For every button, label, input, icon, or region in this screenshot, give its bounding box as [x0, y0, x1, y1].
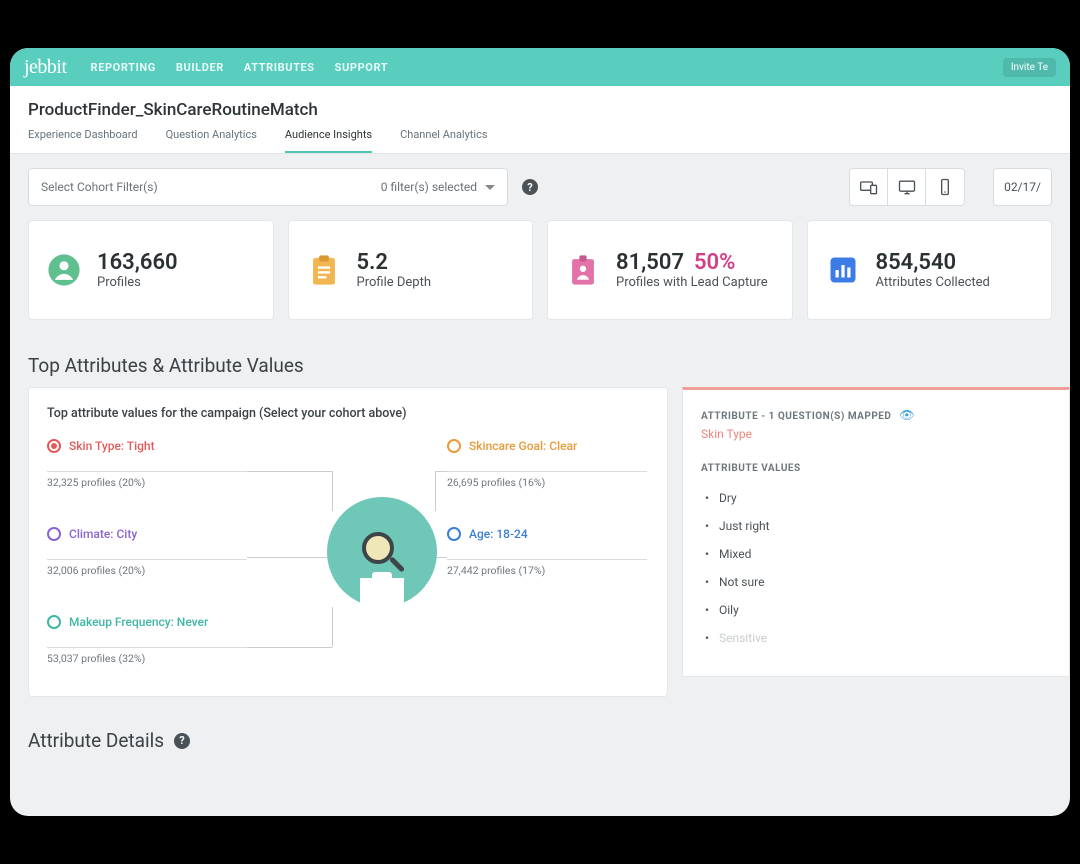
depth-value: 5.2 — [357, 250, 432, 275]
card-profiles: 163,660 Profiles — [28, 220, 274, 320]
tab-channel-analytics[interactable]: Channel Analytics — [400, 128, 487, 153]
top-nav: jebbit REPORTING BUILDER ATTRIBUTES SUPP… — [10, 48, 1070, 86]
attr-name: Skin Type — [701, 427, 1051, 441]
metric-cards: 163,660 Profiles 5.2 Profile Depth 81,50… — [10, 220, 1070, 334]
attr-sub: 32,006 profiles (20%) — [47, 559, 247, 577]
id-badge-icon — [566, 253, 600, 287]
app-window: jebbit REPORTING BUILDER ATTRIBUTES SUPP… — [10, 48, 1070, 816]
attr-sub: 26,695 profiles (16%) — [447, 471, 647, 489]
clipboard-icon — [307, 253, 341, 287]
attr-label: Skin Type: Tight — [69, 439, 155, 453]
attrs-label: Attributes Collected — [876, 275, 990, 290]
device-desktop-button[interactable] — [888, 169, 926, 205]
desktop-icon — [897, 177, 917, 197]
attr-mapped-header: ATTRIBUTE - 1 QUESTION(S) MAPPED — [701, 411, 891, 422]
lead-label: Profiles with Lead Capture — [616, 275, 768, 290]
card-attributes-collected: 854,540 Attributes Collected — [807, 220, 1053, 320]
attr-sub: 32,325 profiles (20%) — [47, 471, 247, 489]
attr-value-item[interactable]: Not sure — [701, 568, 1051, 596]
attr-option-skincare-goal[interactable]: Skincare Goal: Clear 26,695 profiles (16… — [447, 439, 647, 489]
page-title: ProductFinder_SkinCareRoutineMatch — [28, 100, 1052, 120]
profile-icon — [47, 253, 81, 287]
top-attributes-row: Top attribute values for the campaign (S… — [10, 387, 1070, 697]
depth-label: Profile Depth — [357, 275, 432, 290]
card-lead-capture: 81,507 50% Profiles with Lead Capture — [547, 220, 793, 320]
brand-logo[interactable]: jebbit — [24, 56, 67, 79]
cohort-filter-placeholder: Select Cohort Filter(s) — [41, 180, 158, 194]
attr-label: Makeup Frequency: Never — [69, 615, 208, 629]
card-profile-depth: 5.2 Profile Depth — [288, 220, 534, 320]
attr-value-item[interactable]: Mixed — [701, 540, 1051, 568]
profiles-label: Profiles — [97, 275, 178, 290]
section-attribute-details: Attribute Details ? — [10, 697, 1070, 762]
attr-diagram: Skin Type: Tight 32,325 profiles (20%) S… — [47, 439, 649, 679]
device-all-button[interactable] — [850, 169, 888, 205]
invite-team-button[interactable]: Invite Te — [1003, 58, 1056, 77]
eye-icon[interactable]: 👁 — [899, 408, 914, 422]
magnifying-glass-icon — [360, 530, 404, 574]
filter-row: Select Cohort Filter(s) 0 filter(s) sele… — [10, 154, 1070, 220]
radio-icon — [447, 527, 461, 541]
mobile-icon — [935, 177, 955, 197]
tab-question-analytics[interactable]: Question Analytics — [166, 128, 257, 153]
nav-builder[interactable]: BUILDER — [176, 61, 224, 74]
device-toggle — [849, 168, 965, 206]
radio-icon — [47, 439, 61, 453]
attr-value-item[interactable]: Oily — [701, 596, 1051, 624]
tab-experience-dashboard[interactable]: Experience Dashboard — [28, 128, 138, 153]
top-attributes-panel: Top attribute values for the campaign (S… — [28, 387, 668, 697]
chevron-down-icon — [485, 185, 495, 190]
attr-value-item[interactable]: Dry — [701, 484, 1051, 512]
attr-option-climate[interactable]: Climate: City 32,006 profiles (20%) — [47, 527, 247, 577]
tab-audience-insights[interactable]: Audience Insights — [285, 128, 372, 153]
subtabs: Experience Dashboard Question Analytics … — [28, 128, 1052, 153]
attr-sub: 27,442 profiles (17%) — [447, 559, 647, 577]
attr-values-list: Dry Just right Mixed Not sure Oily Sensi… — [701, 484, 1051, 652]
attrs-value: 854,540 — [876, 250, 990, 275]
help-icon[interactable]: ? — [522, 179, 538, 195]
attr-option-makeup-frequency[interactable]: Makeup Frequency: Never 53,037 profiles … — [47, 615, 247, 665]
cohort-filter-select[interactable]: Select Cohort Filter(s) 0 filter(s) sele… — [28, 168, 508, 206]
attr-option-skin-type[interactable]: Skin Type: Tight 32,325 profiles (20%) — [47, 439, 247, 489]
help-icon[interactable]: ? — [174, 733, 190, 749]
attr-label: Skincare Goal: Clear — [469, 439, 577, 453]
attr-sub: 53,037 profiles (32%) — [47, 647, 247, 665]
attr-values-header: ATTRIBUTE VALUES — [701, 463, 1051, 474]
lead-pct: 50% — [694, 250, 735, 275]
nav-attributes[interactable]: ATTRIBUTES — [244, 61, 315, 74]
magnify-graphic — [327, 497, 437, 607]
attribute-detail-sidebar: ATTRIBUTE - 1 QUESTION(S) MAPPED 👁 Skin … — [682, 387, 1070, 677]
devices-icon — [859, 177, 879, 197]
nav-support[interactable]: SUPPORT — [335, 61, 389, 74]
radio-icon — [447, 439, 461, 453]
top-attributes-subtitle: Top attribute values for the campaign (S… — [47, 406, 649, 421]
date-range-picker[interactable]: 02/17/ — [993, 168, 1052, 206]
device-mobile-button[interactable] — [926, 169, 964, 205]
attr-label: Climate: City — [69, 527, 137, 541]
attr-value-item[interactable]: Sensitive — [701, 624, 1051, 652]
nav-reporting[interactable]: REPORTING — [91, 61, 156, 74]
section-top-attributes: Top Attributes & Attribute Values — [10, 334, 1070, 387]
attribute-details-title: Attribute Details — [28, 729, 164, 752]
lead-value: 81,507 — [616, 250, 684, 275]
attr-value-item[interactable]: Just right — [701, 512, 1051, 540]
radio-icon — [47, 615, 61, 629]
cohort-filter-count: 0 filter(s) selected — [381, 180, 477, 194]
title-bar: ProductFinder_SkinCareRoutineMatch Exper… — [10, 86, 1070, 154]
profiles-value: 163,660 — [97, 250, 178, 275]
bar-chart-icon — [826, 253, 860, 287]
attr-option-age[interactable]: Age: 18-24 27,442 profiles (17%) — [447, 527, 647, 577]
radio-icon — [47, 527, 61, 541]
attr-label: Age: 18-24 — [469, 527, 528, 541]
